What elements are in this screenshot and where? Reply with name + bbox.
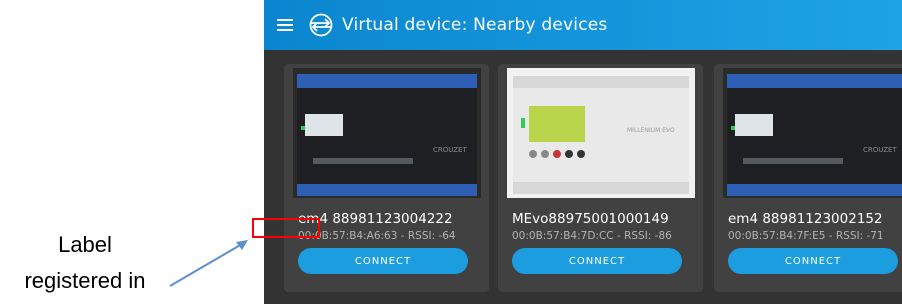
virtual-device-icon (306, 0, 336, 50)
connect-button[interactable]: CONNECT (728, 248, 898, 274)
page-title: Virtual device: Nearby devices (342, 15, 608, 35)
svg-text:CROUZET: CROUZET (863, 146, 897, 154)
top-bar: Virtual device: Nearby devices (264, 0, 902, 50)
device-mac-rssi: 00:0B:57:B4:A6:63 - RSSI: -64 (298, 230, 456, 242)
svg-text:MILLENIUM EVO: MILLENIUM EVO (627, 127, 675, 134)
annotation-highlight-box (252, 218, 320, 238)
device-name: em4 88981123004222 (298, 211, 453, 227)
annotation-arrow (169, 240, 248, 287)
annotation-label-text: Label (58, 232, 112, 257)
connect-button[interactable]: CONNECT (298, 248, 468, 274)
connect-button[interactable]: CONNECT (512, 248, 682, 274)
device-thumbnail: CROUZET (293, 68, 481, 198)
device-name: em4 88981123002152 (728, 211, 883, 227)
device-name: MEvo88975001000149 (512, 211, 669, 227)
svg-text:CROUZET: CROUZET (433, 146, 467, 154)
app-window: Virtual device: Nearby devices CROUZET e… (264, 0, 902, 304)
device-mac-rssi: 00:0B:57:B4:7D:CC - RSSI: -86 (512, 230, 672, 242)
device-card[interactable]: CROUZET em4 88981123002152 00:0B:57:B4:7… (714, 64, 902, 292)
annotation-registered-text: registered in (24, 268, 146, 293)
device-card[interactable]: MILLENIUM EVO MEvo88975001000149 00:0B:5… (498, 64, 703, 292)
device-thumbnail: CROUZET (723, 68, 902, 198)
hamburger-menu-icon[interactable] (264, 0, 306, 50)
device-card[interactable]: CROUZET em4 88981123004222 00:0B:57:B4:A… (284, 64, 489, 292)
device-thumbnail: MILLENIUM EVO (507, 68, 695, 198)
device-mac-rssi: 00:0B:57:B4:7F:E5 - RSSI: -71 (728, 230, 884, 242)
